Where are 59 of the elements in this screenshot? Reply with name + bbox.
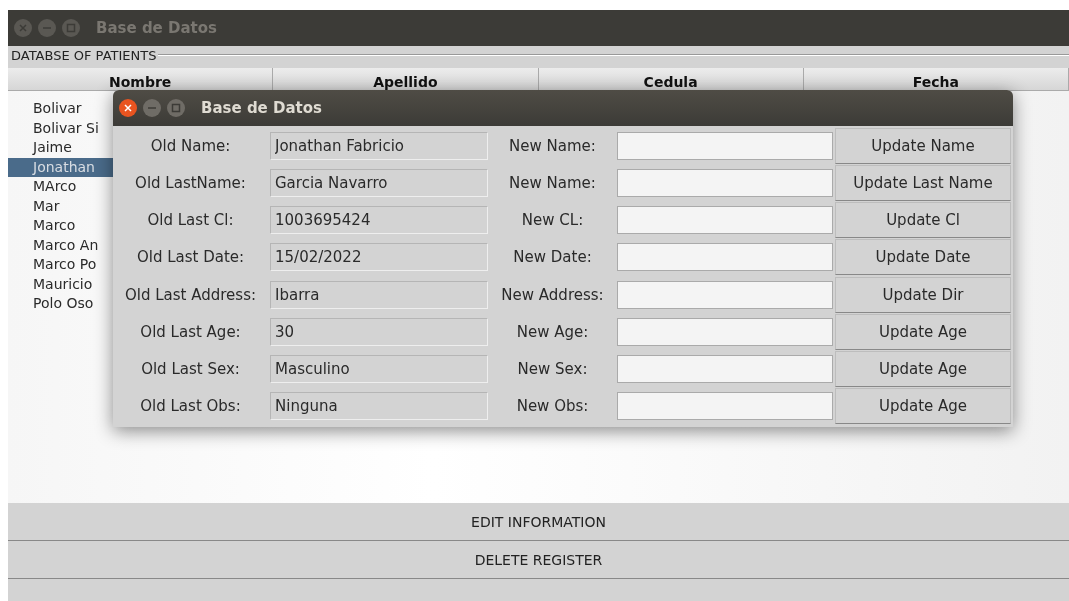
field-label: New CL: bbox=[520, 211, 585, 230]
update-button[interactable]: Update Age bbox=[835, 388, 1011, 425]
table-row[interactable]: Marco bbox=[8, 216, 113, 236]
table-row[interactable]: Jonathan bbox=[8, 157, 113, 177]
table-row[interactable]: Marco Po bbox=[8, 255, 113, 275]
field-label: New Name: bbox=[508, 136, 597, 155]
field-label: Old Last Obs: bbox=[139, 397, 242, 416]
input-field[interactable]: Ninguna bbox=[270, 392, 488, 421]
table-row[interactable]: Bolivar Si bbox=[8, 118, 113, 138]
input-field[interactable] bbox=[617, 168, 833, 197]
close-icon[interactable] bbox=[119, 99, 137, 117]
input-field[interactable] bbox=[617, 243, 833, 272]
input-field[interactable]: 30 bbox=[270, 317, 488, 346]
field-label: New Date: bbox=[512, 248, 593, 267]
update-button[interactable]: Update Age bbox=[835, 313, 1011, 350]
input-field[interactable]: Masculino bbox=[270, 355, 488, 384]
update-button[interactable]: Update Cl bbox=[835, 202, 1011, 239]
input-field[interactable]: Jonathan Fabricio bbox=[270, 131, 488, 160]
window-title: Base de Datos bbox=[201, 99, 322, 117]
maximize-icon[interactable] bbox=[62, 19, 80, 37]
field-label: New Address: bbox=[500, 285, 605, 304]
window-title: Base de Datos bbox=[96, 19, 217, 37]
field-label: Old Last Cl: bbox=[146, 211, 235, 230]
field-label: New Sex: bbox=[516, 360, 589, 379]
input-field[interactable]: 15/02/2022 bbox=[270, 243, 488, 272]
field-label: Old Last Address: bbox=[123, 285, 258, 304]
input-field[interactable] bbox=[617, 317, 833, 346]
input-field[interactable]: Garcia Navarro bbox=[270, 168, 488, 197]
field-label: Old LastName: bbox=[134, 173, 247, 192]
update-button[interactable]: Update Last Name bbox=[835, 164, 1011, 201]
update-button[interactable]: Update Date bbox=[835, 239, 1011, 276]
input-field[interactable] bbox=[617, 131, 833, 160]
field-label: Old Last Sex: bbox=[140, 360, 241, 379]
input-field[interactable] bbox=[617, 355, 833, 384]
field-label: New Name: bbox=[508, 173, 597, 192]
input-field[interactable]: Ibarra bbox=[270, 280, 488, 309]
maximize-icon[interactable] bbox=[167, 99, 185, 117]
table-row[interactable]: Bolivar bbox=[8, 99, 113, 119]
input-field[interactable]: 1003695424 bbox=[270, 206, 488, 235]
input-field[interactable] bbox=[617, 392, 833, 421]
field-label: Old Name: bbox=[149, 136, 232, 155]
minimize-icon[interactable] bbox=[143, 99, 161, 117]
input-field[interactable] bbox=[617, 206, 833, 235]
update-button[interactable]: Update Age bbox=[835, 351, 1011, 388]
table-row[interactable]: Polo Oso bbox=[8, 294, 113, 314]
panel-title: DATABSE OF PATIENTS bbox=[10, 47, 158, 63]
update-button[interactable]: Update Dir bbox=[835, 276, 1011, 313]
update-button[interactable]: Update Name bbox=[835, 127, 1011, 164]
table-row[interactable]: Mauricio bbox=[8, 274, 113, 294]
table-row[interactable]: Mar bbox=[8, 196, 113, 216]
minimize-icon[interactable] bbox=[38, 19, 56, 37]
field-label: Old Last Age: bbox=[139, 322, 242, 341]
field-label: New Obs: bbox=[515, 397, 590, 416]
table-row[interactable]: Jaime bbox=[8, 138, 113, 158]
table-row[interactable]: MArco bbox=[8, 177, 113, 197]
field-label: Old Last Date: bbox=[135, 248, 246, 267]
table-row[interactable]: Marco An bbox=[8, 235, 113, 255]
input-field[interactable] bbox=[617, 280, 833, 309]
field-label: New Age: bbox=[515, 322, 590, 341]
